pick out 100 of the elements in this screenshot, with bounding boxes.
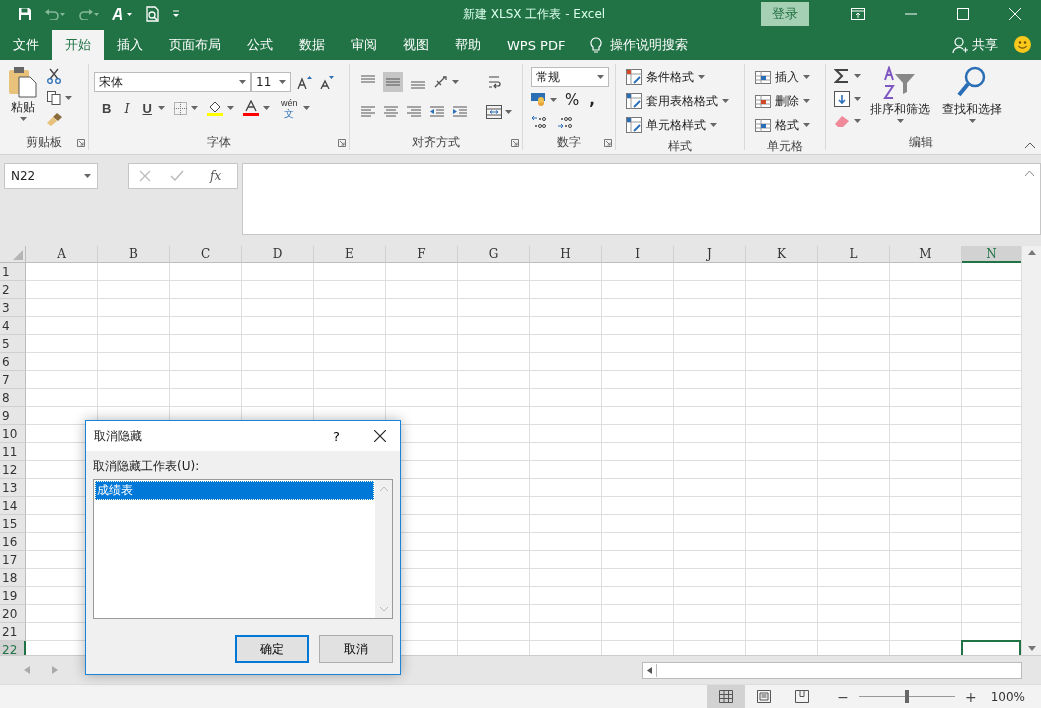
ribbon-tab[interactable]: 文件 [0, 30, 52, 60]
zoom-slider-thumb[interactable] [904, 690, 909, 703]
dialog-launcher-icon[interactable] [77, 139, 85, 147]
bold-button[interactable]: B [100, 100, 114, 116]
sigma-icon[interactable] [834, 68, 850, 84]
row-header[interactable]: 17 [0, 551, 26, 569]
ribbon-tab[interactable]: 视图 [390, 30, 442, 60]
caret-icon[interactable] [803, 123, 810, 127]
row-header[interactable]: 2 [0, 281, 26, 299]
save-icon[interactable] [18, 7, 32, 21]
find-select-button[interactable]: 查找和选择 [939, 66, 1005, 132]
styles-menu-button[interactable]: 条件格式 [624, 66, 736, 88]
customize-icon[interactable] [172, 10, 180, 18]
row-header[interactable]: 11 [0, 443, 26, 461]
sort-filter-button[interactable]: 排序和筛选 [867, 66, 933, 132]
ribbon-tab[interactable]: 插入 [104, 30, 156, 60]
merge-center-icon[interactable] [486, 105, 502, 119]
formula-input[interactable] [242, 163, 1041, 235]
caret-icon[interactable] [226, 106, 234, 110]
grow-font-icon[interactable] [297, 75, 312, 89]
orientation-icon[interactable] [433, 75, 449, 89]
smiley-icon[interactable] [1014, 35, 1031, 53]
close-icon[interactable] [1009, 8, 1021, 20]
fill-color-icon[interactable] [206, 100, 223, 116]
close-button[interactable] [372, 428, 388, 444]
maximize-icon[interactable] [957, 8, 969, 20]
ribbon-tab[interactable]: 开始 [52, 30, 104, 60]
paste-button[interactable]: 粘贴 [5, 66, 41, 132]
phonetic-guide-button[interactable]: wén 文 [278, 97, 300, 119]
row-header[interactable]: 15 [0, 515, 26, 533]
cells-menu-button[interactable]: 格式 [753, 114, 817, 136]
row-header[interactable]: 4 [0, 317, 26, 335]
login-button[interactable]: 登录 [761, 2, 809, 26]
caret-icon[interactable] [550, 98, 557, 102]
zoom-level[interactable]: 100% [990, 689, 1025, 704]
check-icon[interactable] [170, 170, 185, 182]
caret-icon[interactable] [968, 119, 976, 123]
zoom-out-button[interactable]: − [833, 688, 853, 705]
tell-me-search[interactable]: 操作说明搜索 [610, 36, 689, 54]
ribbon-display-icon[interactable] [851, 8, 865, 20]
ok-button[interactable]: 确定 [235, 635, 309, 663]
row-header[interactable]: 7 [0, 371, 26, 389]
undo-icon[interactable] [44, 8, 66, 20]
decrease-indent-icon[interactable] [429, 105, 445, 119]
row-header[interactable]: 9 [0, 407, 26, 425]
cut-icon[interactable] [47, 68, 61, 84]
fill-down-icon[interactable] [834, 91, 850, 107]
ribbon-tab[interactable]: 帮助 [442, 30, 494, 60]
shrink-font-icon[interactable] [320, 75, 335, 89]
ribbon-tab[interactable]: WPS PDF [494, 30, 579, 60]
share-button[interactable]: 共享 [972, 36, 998, 54]
row-header[interactable]: 12 [0, 461, 26, 479]
font-name-field[interactable]: 宋体 [94, 72, 251, 92]
caret-icon[interactable] [303, 106, 311, 110]
dialog-launcher-icon[interactable] [338, 139, 346, 147]
number-format-field[interactable]: 常规 [531, 67, 609, 87]
caret-icon[interactable] [854, 97, 861, 101]
decrease-decimal-icon[interactable] [557, 115, 573, 129]
expand-icon[interactable] [1025, 170, 1034, 176]
caret-icon[interactable] [597, 75, 604, 79]
scroll-up-icon[interactable] [1027, 250, 1036, 255]
row-header[interactable]: 13 [0, 479, 26, 497]
sheet-list[interactable]: 成绩表 [93, 479, 393, 619]
row-header[interactable]: 1 [0, 263, 26, 281]
money-icon[interactable] [531, 93, 547, 107]
caret-icon[interactable] [190, 106, 198, 110]
redo-icon[interactable] [78, 8, 100, 20]
wrap-text-icon[interactable] [487, 74, 501, 90]
caret-icon[interactable] [157, 106, 165, 110]
row-header[interactable]: 14 [0, 497, 26, 515]
caret-icon[interactable] [854, 74, 861, 78]
caret-icon[interactable] [505, 110, 512, 114]
caret-icon[interactable] [19, 117, 27, 121]
row-header[interactable]: 5 [0, 335, 26, 353]
caret-icon[interactable] [722, 99, 729, 103]
list-item[interactable]: 成绩表 [95, 481, 374, 500]
dialog-launcher-icon[interactable] [604, 139, 612, 147]
horizontal-scrollbar[interactable] [642, 661, 1022, 679]
caret-icon[interactable] [854, 119, 861, 123]
borders-icon[interactable] [173, 101, 187, 115]
comma-style-button[interactable]: , [587, 91, 597, 109]
row-header[interactable]: 22 [0, 641, 26, 655]
column-header[interactable]: N [962, 246, 1021, 263]
increase-decimal-icon[interactable] [531, 115, 547, 129]
increase-indent-icon[interactable] [452, 105, 468, 119]
caret-icon[interactable] [239, 80, 246, 84]
caret-icon[interactable] [262, 106, 270, 110]
dialog-launcher-icon[interactable] [511, 139, 519, 147]
underline-button[interactable]: U [140, 100, 154, 116]
row-header[interactable]: 20 [0, 605, 26, 623]
ribbon-tab[interactable]: 页面布局 [156, 30, 234, 60]
row-header[interactable]: 3 [0, 299, 26, 317]
help-button[interactable]: ? [327, 427, 346, 445]
styles-menu-button[interactable]: 单元格样式 [624, 114, 736, 136]
caret-icon[interactable] [710, 123, 717, 127]
caret-icon[interactable] [803, 99, 810, 103]
row-header[interactable]: 6 [0, 353, 26, 371]
lightbulb-icon[interactable] [590, 36, 603, 54]
view-button[interactable] [707, 685, 746, 708]
caret-icon[interactable] [803, 75, 810, 79]
